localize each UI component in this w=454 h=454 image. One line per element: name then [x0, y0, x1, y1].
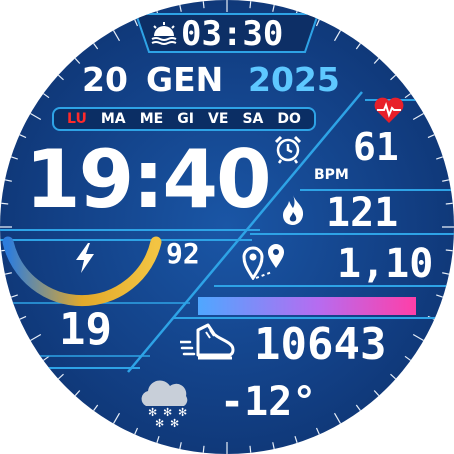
map-pins-icon[interactable] — [242, 242, 288, 284]
date-month: GEN — [146, 60, 224, 99]
weekday-sa: SA — [242, 111, 264, 127]
temperature-value: -12° — [220, 379, 317, 425]
weekday-me: ME — [139, 111, 164, 127]
top-time: 03:30 — [181, 14, 284, 54]
weekday-strip: LU MA ME GI VE SA DO — [52, 107, 316, 131]
distance-value: 1,10 — [337, 241, 434, 287]
lightning-icon — [72, 242, 98, 278]
svg-text:✻: ✻ — [155, 417, 164, 428]
heart-pulse-icon[interactable] — [373, 96, 405, 128]
weekday-do: DO — [277, 111, 301, 127]
date-day: 20 — [82, 60, 128, 99]
heart-rate-value: 61 — [353, 125, 399, 169]
sunrise-icon — [150, 22, 178, 50]
svg-text:✻: ✻ — [170, 417, 179, 428]
watch-face: 03:30 20 GEN 2025 LU MA ME GI VE SA DO 19:40 6… — [0, 0, 454, 454]
battery-value: 92 — [166, 237, 200, 270]
main-time: 19:40 — [25, 133, 272, 226]
flame-icon[interactable] — [280, 194, 306, 230]
svg-text:✻: ✻ — [178, 406, 187, 419]
snow-cloud-icon[interactable]: ✻ ✻ ✻ ✻ ✻ — [136, 376, 194, 432]
running-shoe-icon[interactable] — [178, 322, 236, 366]
date-year: 2025 — [248, 60, 340, 99]
weekday-ve: VE — [207, 111, 229, 127]
steps-value: 10643 — [254, 319, 387, 370]
calories-value: 121 — [326, 190, 399, 236]
heart-rate-unit: BPM — [314, 167, 349, 183]
alarm-clock-icon[interactable] — [273, 134, 303, 168]
day-number: 19 — [59, 304, 112, 355]
steps-progress-bar — [198, 297, 416, 315]
weekday-gi: GI — [177, 111, 194, 127]
weekday-lu: LU — [67, 111, 87, 127]
weekday-ma: MA — [100, 111, 126, 127]
